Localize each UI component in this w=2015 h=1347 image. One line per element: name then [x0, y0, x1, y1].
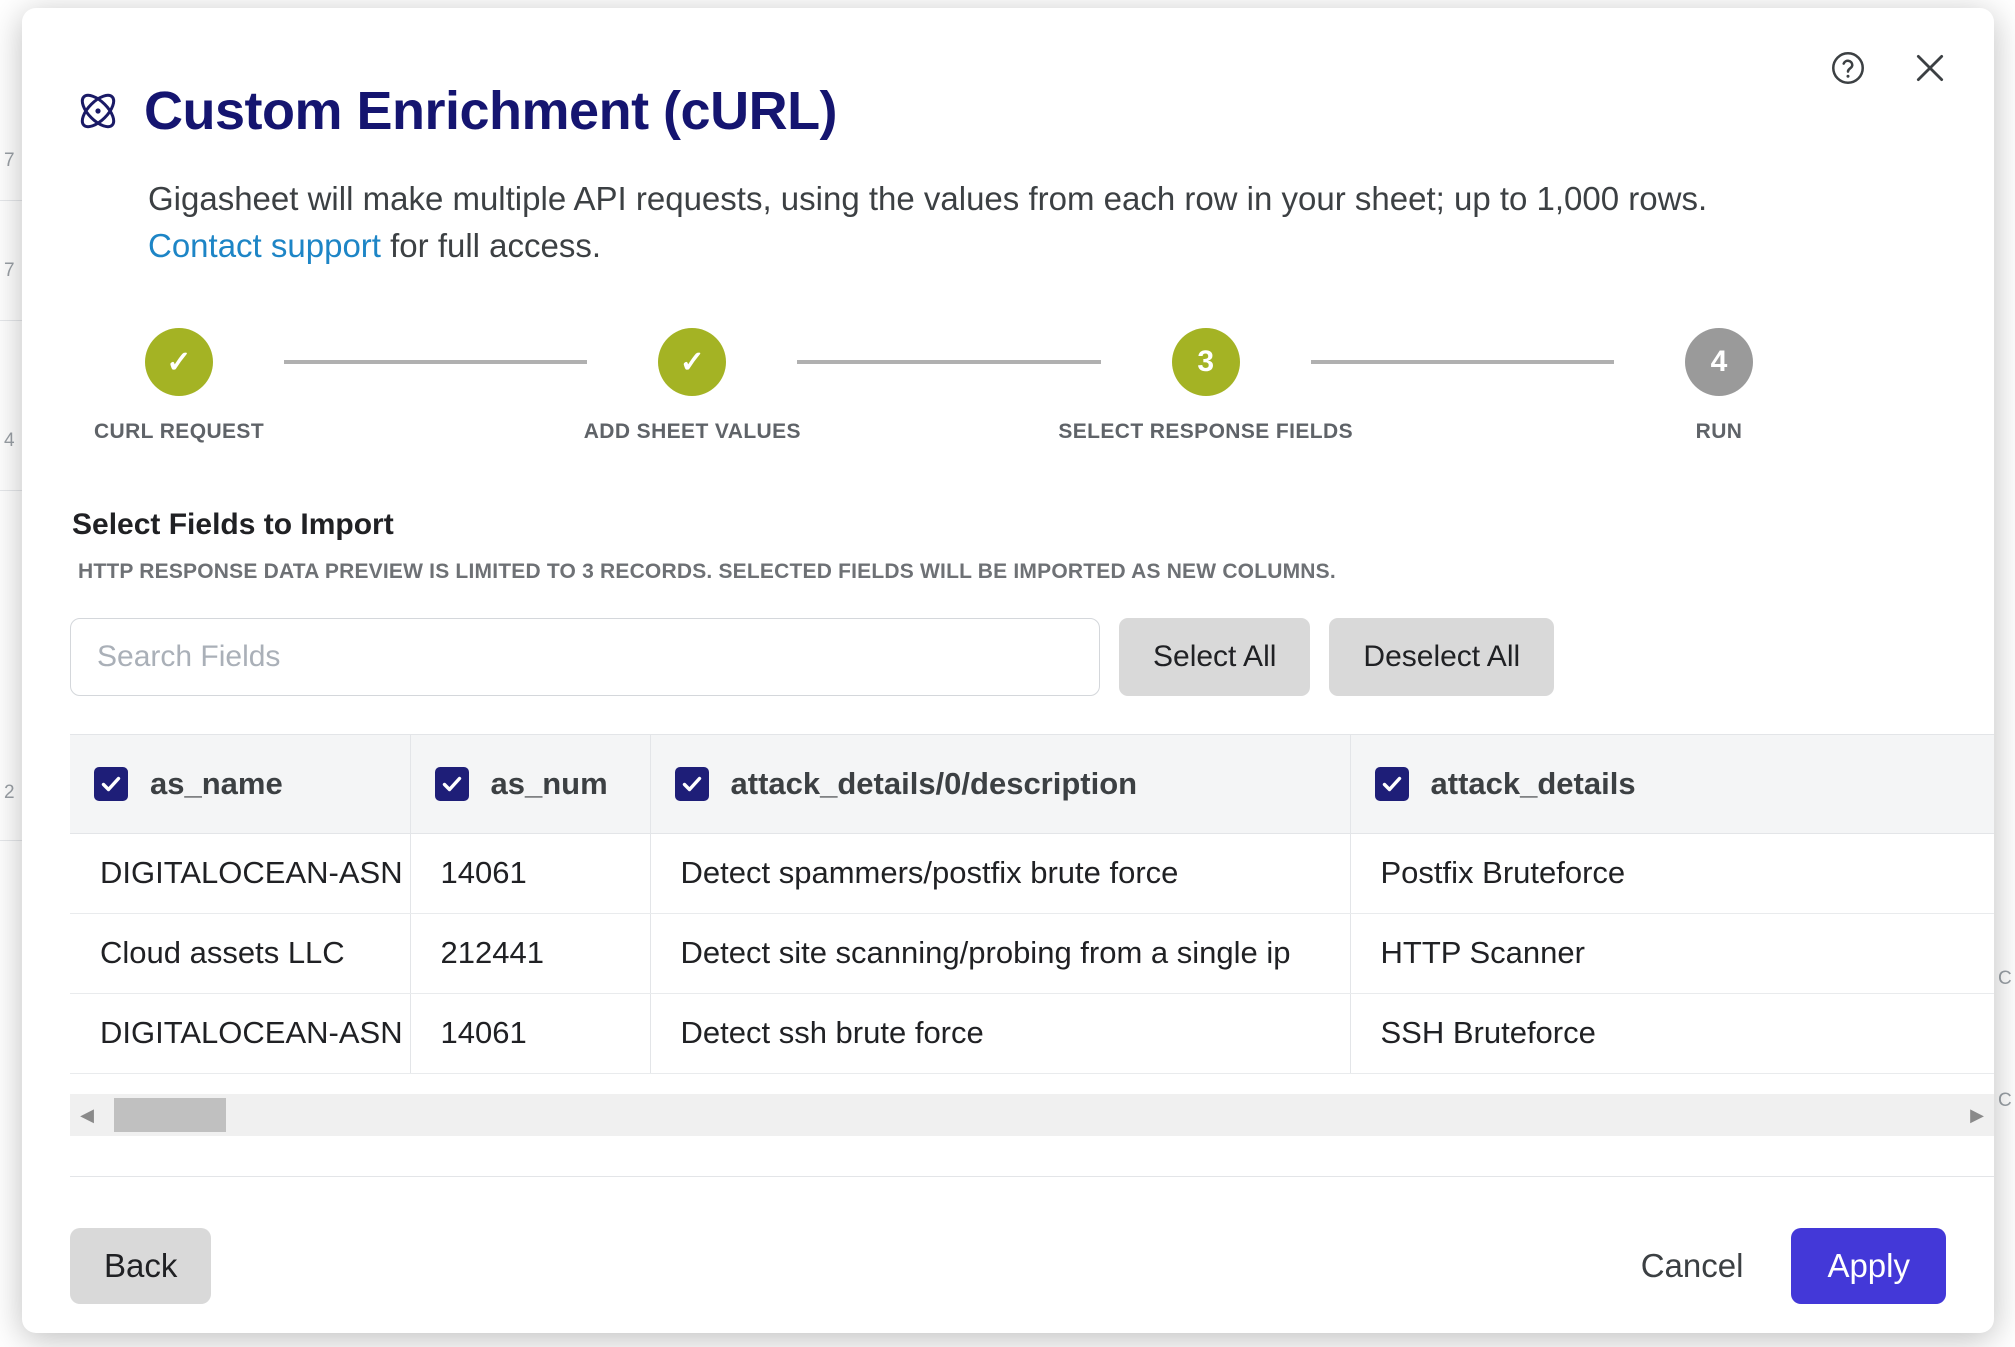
modal-title-row: Custom Enrichment (cURL) [74, 80, 837, 142]
background-cell-3: 2 [4, 782, 15, 804]
background-gridline [0, 490, 22, 491]
background-gridline [0, 840, 22, 841]
checkbox-as-name[interactable] [94, 767, 128, 801]
cell-attack-details: Postfix Bruteforce [1350, 833, 1994, 913]
background-gridline [0, 200, 22, 201]
back-button[interactable]: Back [70, 1228, 211, 1304]
page-title: Custom Enrichment (cURL) [144, 80, 837, 142]
column-header-as-num[interactable]: as_num [410, 735, 650, 833]
table-horizontal-scrollbar[interactable]: ◀ ▶ [70, 1094, 1994, 1136]
cancel-button[interactable]: Cancel [1619, 1228, 1766, 1304]
close-icon[interactable] [1910, 48, 1950, 88]
column-label-as-num: as_num [491, 766, 608, 802]
apply-button[interactable]: Apply [1791, 1228, 1946, 1304]
modal-subtitle: Gigasheet will make multiple API request… [148, 176, 1828, 270]
step-run[interactable]: 4 RUN [1614, 328, 1824, 444]
table-row: Cloud assets LLC 212441 Detect site scan… [70, 913, 1994, 993]
column-header-attack-details-0-description[interactable]: attack_details/0/description [650, 735, 1350, 833]
footer-left: Back [70, 1228, 211, 1304]
scroll-left-arrow-icon[interactable]: ◀ [70, 1105, 104, 1126]
background-cell-2: 4 [4, 430, 15, 452]
step-select-response-fields[interactable]: 3 SELECT RESPONSE FIELDS [1101, 328, 1311, 444]
cell-attack-details: SSH Bruteforce [1350, 993, 1994, 1073]
step-4-label: RUN [1696, 420, 1743, 444]
scrollbar-thumb[interactable] [114, 1098, 226, 1132]
step-4-marker: 4 [1685, 328, 1753, 396]
step-1-marker: ✓ [145, 328, 213, 396]
atom-icon [74, 87, 122, 135]
column-label-as-name: as_name [150, 766, 283, 802]
deselect-all-button[interactable]: Deselect All [1329, 618, 1554, 696]
step-2-marker: ✓ [658, 328, 726, 396]
scroll-right-arrow-icon[interactable]: ▶ [1960, 1105, 1994, 1126]
cell-as-name: Cloud assets LLC [70, 913, 410, 993]
cell-description: Detect ssh brute force [650, 993, 1350, 1073]
step-connector-3 [1311, 360, 1614, 364]
table-header-row: as_name as_num [70, 735, 1994, 833]
column-header-attack-details[interactable]: attack_details [1350, 735, 1994, 833]
cell-as-num: 212441 [410, 913, 650, 993]
search-input[interactable] [70, 618, 1100, 696]
footer-right: Cancel Apply [1619, 1228, 1946, 1304]
table-row: DIGITALOCEAN-ASN 14061 Detect spammers/p… [70, 833, 1994, 913]
column-header-as-name[interactable]: as_name [70, 735, 410, 833]
cell-as-name: DIGITALOCEAN-ASN [70, 833, 410, 913]
background-cell-1: 7 [4, 260, 15, 282]
background-gridline [0, 320, 22, 321]
table-row: DIGITALOCEAN-ASN 14061 Detect ssh brute … [70, 993, 1994, 1073]
custom-enrichment-modal: Custom Enrichment (cURL) Gigasheet will … [22, 8, 1994, 1333]
step-connector-1 [284, 360, 587, 364]
cell-description: Detect site scanning/probing from a sing… [650, 913, 1350, 993]
step-add-sheet-values[interactable]: ✓ ADD SHEET VALUES [587, 328, 797, 444]
step-3-label: SELECT RESPONSE FIELDS [1058, 420, 1353, 444]
select-all-button[interactable]: Select All [1119, 618, 1310, 696]
fields-preview-table: as_name as_num [70, 735, 1994, 1074]
background-cell-5: C [1998, 1090, 2012, 1112]
background-cell-4: C [1998, 968, 2012, 990]
fields-preview-table-wrapper: as_name as_num [70, 734, 1994, 1094]
checkbox-as-num[interactable] [435, 767, 469, 801]
column-label-attack-details: attack_details [1431, 766, 1636, 802]
help-circle-icon[interactable] [1828, 48, 1868, 88]
column-label-attack-details-0-description: attack_details/0/description [731, 766, 1138, 802]
fields-toolbar: Select All Deselect All [70, 618, 1554, 696]
preview-limit-note: HTTP RESPONSE DATA PREVIEW IS LIMITED TO… [78, 560, 1336, 584]
step-curl-request[interactable]: ✓ CURL REQUEST [74, 328, 284, 444]
cell-as-num: 14061 [410, 993, 650, 1073]
scrollbar-track[interactable] [104, 1094, 1960, 1136]
step-connector-2 [797, 360, 1100, 364]
checkbox-attack-details-0-description[interactable] [675, 767, 709, 801]
cell-as-name: DIGITALOCEAN-ASN [70, 993, 410, 1073]
modal-header-actions [1828, 48, 1950, 88]
subtitle-text-after: for full access. [381, 227, 601, 264]
contact-support-link[interactable]: Contact support [148, 227, 381, 264]
wizard-stepper: ✓ CURL REQUEST ✓ ADD SHEET VALUES 3 SELE… [74, 328, 1824, 444]
subtitle-text-before: Gigasheet will make multiple API request… [148, 180, 1707, 217]
step-3-marker: 3 [1172, 328, 1240, 396]
step-1-label: CURL REQUEST [94, 420, 264, 444]
footer-divider [70, 1176, 1994, 1177]
checkbox-attack-details[interactable] [1375, 767, 1409, 801]
select-fields-heading: Select Fields to Import [72, 508, 394, 542]
cell-as-num: 14061 [410, 833, 650, 913]
step-2-label: ADD SHEET VALUES [584, 420, 801, 444]
cell-attack-details: HTTP Scanner [1350, 913, 1994, 993]
background-cell-0: 7 [4, 150, 15, 172]
cell-description: Detect spammers/postfix brute force [650, 833, 1350, 913]
